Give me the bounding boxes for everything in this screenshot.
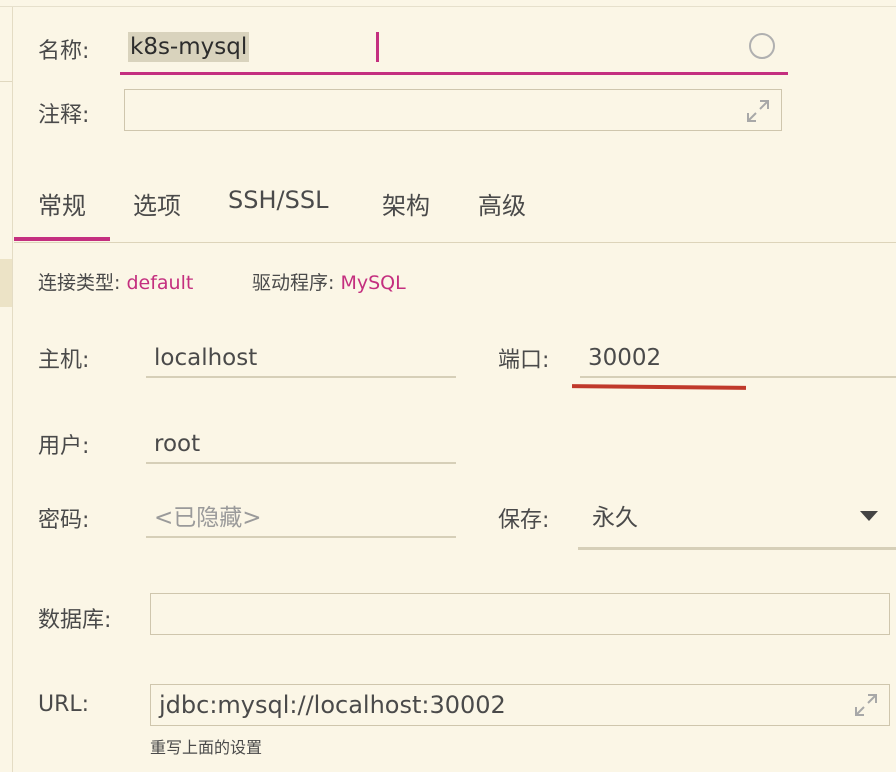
url-override-hint: 重写上面的设置 <box>150 738 263 757</box>
password-label: 密码: <box>38 508 90 533</box>
url-input[interactable]: jdbc:mysql://localhost:30002 <box>150 684 890 726</box>
database-label: 数据库: <box>38 608 112 633</box>
host-label: 主机: <box>38 348 90 373</box>
text-caret <box>376 32 379 62</box>
dropdown-arrow-icon <box>860 511 878 521</box>
connection-type: 连接类型: default <box>38 268 193 295</box>
connection-type-link[interactable]: default <box>126 272 193 294</box>
tab-general[interactable]: 常规 <box>38 186 86 221</box>
name-input[interactable]: k8s-mysql <box>120 26 788 75</box>
name-label: 名称: <box>38 39 90 64</box>
user-input[interactable]: root <box>146 424 456 464</box>
connection-type-label: 连接类型: <box>38 272 121 294</box>
driver-link[interactable]: MySQL <box>340 272 405 294</box>
connection-dialog: 名称: k8s-mysql 注释: 常规 选项 SSH/SSL 架构 高级 连接… <box>0 0 896 772</box>
annotation-underline <box>571 384 747 390</box>
tab-bar: 常规 选项 SSH/SSL 架构 高级 <box>14 170 896 243</box>
url-label: URL: <box>38 692 90 717</box>
expand-icon[interactable] <box>745 98 771 124</box>
comment-label: 注释: <box>38 103 90 128</box>
comment-input[interactable] <box>124 89 782 131</box>
name-input-value: k8s-mysql <box>128 32 250 62</box>
circle-icon[interactable] <box>749 33 775 59</box>
left-panel-edge <box>0 7 13 772</box>
tab-advanced[interactable]: 高级 <box>478 186 526 221</box>
save-select[interactable]: 永久 <box>578 496 896 550</box>
database-input[interactable] <box>150 593 890 635</box>
left-panel-highlight <box>0 259 12 307</box>
tab-schema[interactable]: 架构 <box>382 186 430 221</box>
save-select-value: 永久 <box>592 505 638 531</box>
url-input-value: jdbc:mysql://localhost:30002 <box>159 691 506 719</box>
port-input[interactable]: 30002 <box>580 338 896 378</box>
save-label: 保存: <box>498 508 550 533</box>
driver-label: 驱动程序: <box>252 272 335 294</box>
driver: 驱动程序: MySQL <box>252 268 406 295</box>
expand-icon[interactable] <box>853 692 879 718</box>
host-input[interactable]: localhost <box>146 338 456 378</box>
top-border <box>0 0 896 7</box>
tab-ssh-ssl[interactable]: SSH/SSL <box>228 186 328 214</box>
password-input[interactable]: <已隐藏> <box>146 498 456 538</box>
left-panel-divider <box>0 81 12 82</box>
active-tab-indicator <box>14 237 110 241</box>
port-label: 端口: <box>498 348 550 373</box>
tab-options[interactable]: 选项 <box>133 186 181 221</box>
user-label: 用户: <box>38 434 90 459</box>
